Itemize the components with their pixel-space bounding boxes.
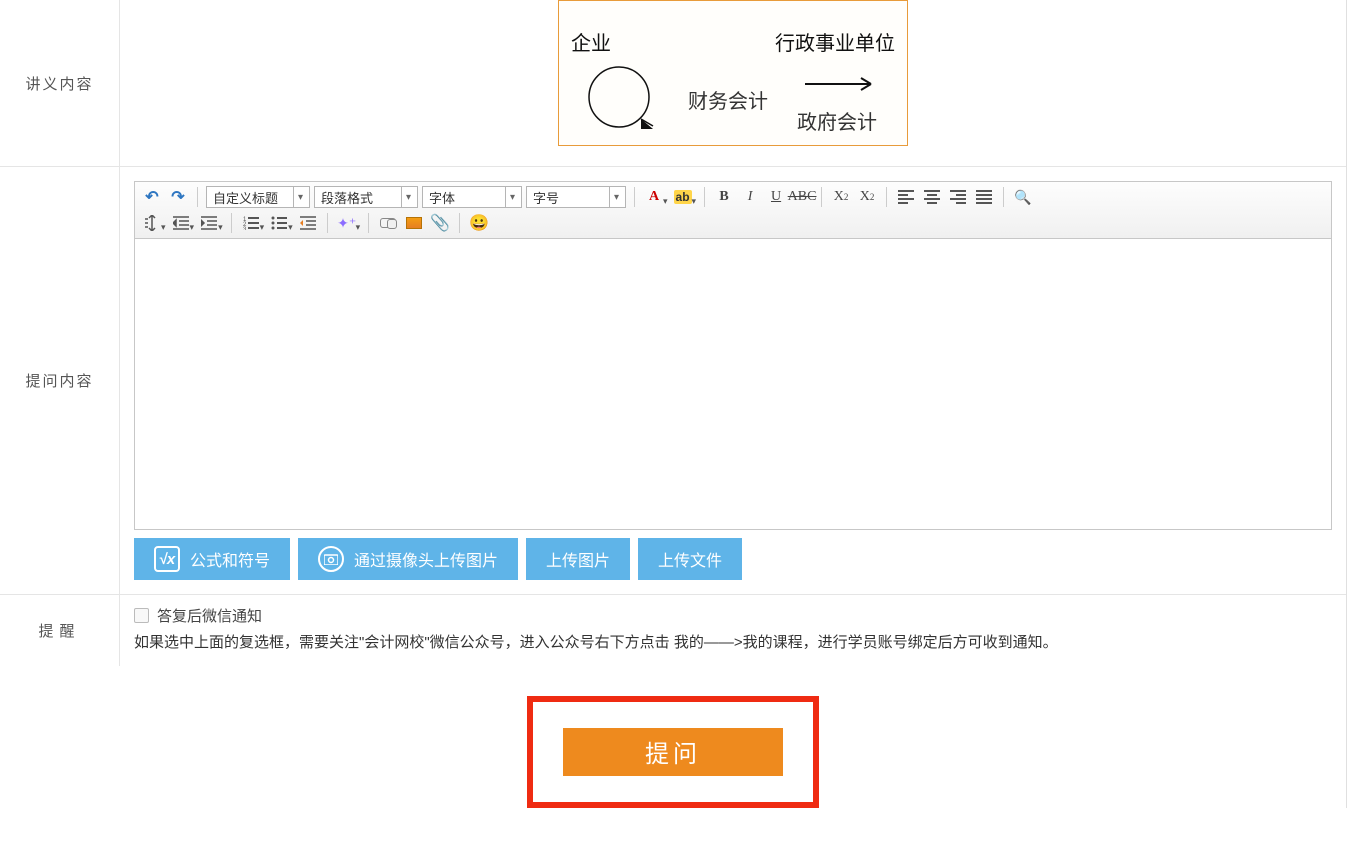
ordered-list-button[interactable]: 123 (240, 212, 262, 234)
highlight-color-button[interactable]: ab (672, 186, 694, 208)
attachment-button[interactable]: 📎 (429, 212, 451, 234)
lecture-text-enterprise: 企业 (571, 27, 611, 56)
submit-question-button[interactable]: 提问 (563, 728, 783, 776)
font-color-button[interactable]: A (643, 186, 665, 208)
magic-format-button[interactable]: ✦⁺ (336, 212, 358, 234)
underline-button[interactable]: U (765, 186, 787, 208)
superscript-button[interactable]: X2 (830, 186, 852, 208)
rich-text-editor: ↶ ↷ 自定义标题▾ 段落格式▾ 字体▾ 字号▾ A▾ ab▾ B I U (134, 181, 1332, 530)
italic-button[interactable]: I (739, 186, 761, 208)
reminder-label: 提醒 (0, 595, 120, 666)
strikethrough-button[interactable]: ABC (791, 186, 813, 208)
indent-right-button[interactable] (198, 212, 220, 234)
unordered-list-button[interactable] (268, 212, 290, 234)
question-content-label: 提问内容 (0, 167, 120, 594)
line-height-button[interactable] (141, 212, 163, 234)
insert-image-button[interactable] (403, 212, 425, 234)
outdent-button[interactable] (297, 212, 319, 234)
find-replace-button[interactable]: 🔍 (1012, 186, 1034, 208)
undo-button[interactable]: ↶ (141, 186, 163, 208)
align-justify-button[interactable] (973, 186, 995, 208)
upload-image-button[interactable]: 上传图片 (526, 538, 630, 580)
subscript-button[interactable]: X2 (856, 186, 878, 208)
bold-button[interactable]: B (713, 186, 735, 208)
editor-toolbar: ↶ ↷ 自定义标题▾ 段落格式▾ 字体▾ 字号▾ A▾ ab▾ B I U (135, 182, 1331, 239)
paragraph-format-select[interactable]: 段落格式▾ (314, 186, 418, 208)
formula-button[interactable]: √x 公式和符号 (134, 538, 290, 580)
font-size-select[interactable]: 字号▾ (526, 186, 626, 208)
formula-icon: √x (154, 546, 180, 572)
wechat-notify-label: 答复后微信通知 (157, 605, 262, 626)
indent-left-button[interactable] (170, 212, 192, 234)
align-right-button[interactable] (947, 186, 969, 208)
svg-text:3: 3 (243, 227, 247, 230)
lecture-text-gov-unit: 行政事业单位 (775, 27, 895, 56)
camera-upload-button[interactable]: 通过摄像头上传图片 (298, 538, 518, 580)
redo-button[interactable]: ↷ (167, 186, 189, 208)
lecture-text-financial: 财务会计 (688, 85, 768, 114)
circle-arrow-icon (581, 64, 661, 134)
align-left-button[interactable] (895, 186, 917, 208)
custom-title-select[interactable]: 自定义标题▾ (206, 186, 310, 208)
lecture-content-label: 讲义内容 (0, 0, 120, 166)
lecture-text-gov-accounting: 政府会计 (797, 112, 877, 134)
editor-textarea[interactable] (135, 239, 1331, 529)
upload-file-button[interactable]: 上传文件 (638, 538, 742, 580)
insert-link-button[interactable] (377, 212, 399, 234)
reminder-help-text: 如果选中上面的复选框，需要关注"会计网校"微信公众号，进入公众号右下方点击 我的… (134, 630, 1332, 656)
lecture-diagram: · 企业 行政事业单位 财务会计 (558, 0, 908, 146)
camera-icon (318, 546, 344, 572)
emoji-button[interactable]: 😀 (468, 212, 490, 234)
font-family-select[interactable]: 字体▾ (422, 186, 522, 208)
submit-highlight-frame: 提问 (527, 696, 819, 808)
align-center-button[interactable] (921, 186, 943, 208)
wechat-notify-checkbox[interactable] (134, 608, 149, 623)
